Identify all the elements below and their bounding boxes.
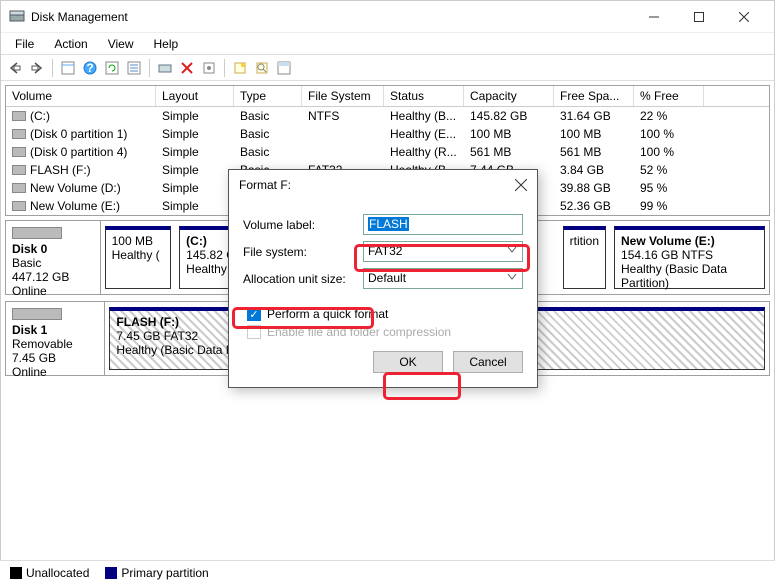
- volume-icon: [12, 165, 26, 175]
- toolbar-separator: [149, 59, 150, 77]
- back-button[interactable]: [5, 58, 25, 78]
- file-system-select[interactable]: FAT32: [363, 241, 523, 262]
- col-volume[interactable]: Volume: [6, 86, 156, 106]
- toolbar: ?: [1, 55, 774, 81]
- list-icon[interactable]: [124, 58, 144, 78]
- volume-icon: [12, 201, 26, 211]
- menu-help[interactable]: Help: [144, 35, 189, 53]
- wizard-icon[interactable]: [230, 58, 250, 78]
- menu-action[interactable]: Action: [44, 35, 97, 53]
- col-layout[interactable]: Layout: [156, 86, 234, 106]
- checkbox-icon: ✓: [247, 307, 261, 321]
- ok-button[interactable]: OK: [373, 351, 443, 373]
- legend-unallocated: Unallocated: [10, 566, 89, 580]
- table-row[interactable]: (C:) SimpleBasicNTFS Healthy (B...145.82…: [6, 107, 769, 125]
- dialog-title: Format F:: [239, 178, 515, 192]
- window-buttons: [631, 2, 766, 32]
- dialog-close-icon[interactable]: [515, 179, 527, 191]
- menu-view[interactable]: View: [98, 35, 144, 53]
- disk-icon: [12, 308, 62, 320]
- col-type[interactable]: Type: [234, 86, 302, 106]
- cancel-button[interactable]: Cancel: [453, 351, 523, 373]
- menubar: File Action View Help: [1, 33, 774, 55]
- settings-icon[interactable]: [199, 58, 219, 78]
- panel-icon[interactable]: [274, 58, 294, 78]
- col-free[interactable]: Free Spa...: [554, 86, 634, 106]
- format-dialog: Format F: Volume label: FLASH File syste…: [228, 169, 538, 388]
- inspect-icon[interactable]: [252, 58, 272, 78]
- col-status[interactable]: Status: [384, 86, 464, 106]
- properties-icon[interactable]: [58, 58, 78, 78]
- minimize-button[interactable]: [631, 2, 676, 32]
- allocation-unit-lbl: Allocation unit size:: [243, 272, 363, 286]
- svg-text:?: ?: [86, 61, 93, 75]
- drive-icon[interactable]: [155, 58, 175, 78]
- col-capacity[interactable]: Capacity: [464, 86, 554, 106]
- disk-partition[interactable]: New Volume (E:)154.16 GB NTFSHealthy (Ba…: [614, 226, 765, 289]
- toolbar-separator: [52, 59, 53, 77]
- col-fs[interactable]: File System: [302, 86, 384, 106]
- volume-label-input[interactable]: FLASH: [363, 214, 523, 235]
- col-pct[interactable]: % Free: [634, 86, 704, 106]
- volume-icon: [12, 129, 26, 139]
- volume-icon: [12, 111, 26, 121]
- volume-icon: [12, 183, 26, 193]
- table-row[interactable]: (Disk 0 partition 1) SimpleBasic Healthy…: [6, 125, 769, 143]
- volume-icon: [12, 147, 26, 157]
- chevron-down-icon: [507, 273, 517, 281]
- app-icon: [9, 9, 25, 25]
- lv-header: Volume Layout Type File System Status Ca…: [6, 86, 769, 107]
- close-button[interactable]: [721, 2, 766, 32]
- volume-label-lbl: Volume label:: [243, 218, 363, 232]
- window-title: Disk Management: [31, 10, 631, 24]
- forward-button[interactable]: [27, 58, 47, 78]
- help-icon[interactable]: ?: [80, 58, 100, 78]
- quick-format-checkbox[interactable]: ✓ Perform a quick format: [243, 307, 523, 321]
- file-system-lbl: File system:: [243, 245, 363, 259]
- compress-label: Enable file and folder compression: [267, 325, 451, 339]
- allocation-unit-select[interactable]: Default: [363, 268, 523, 289]
- disk-info: Disk 1Removable7.45 GBOnline: [6, 302, 105, 375]
- maximize-button[interactable]: [676, 2, 721, 32]
- delete-icon[interactable]: [177, 58, 197, 78]
- disk-info: Disk 0Basic447.12 GBOnline: [6, 221, 101, 294]
- disk-icon: [12, 227, 62, 239]
- disk-partition[interactable]: rtition: [563, 226, 606, 289]
- chevron-down-icon: [507, 246, 517, 254]
- checkbox-icon: [247, 325, 261, 339]
- table-row[interactable]: (Disk 0 partition 4) SimpleBasic Healthy…: [6, 143, 769, 161]
- legend-primary: Primary partition: [105, 566, 208, 580]
- disk-partition[interactable]: 100 MBHealthy (: [105, 226, 172, 289]
- compress-checkbox: Enable file and folder compression: [243, 325, 523, 339]
- refresh-icon[interactable]: [102, 58, 122, 78]
- quick-format-label: Perform a quick format: [267, 307, 388, 321]
- dialog-titlebar: Format F:: [229, 170, 537, 200]
- menu-file[interactable]: File: [5, 35, 44, 53]
- titlebar: Disk Management: [1, 1, 774, 33]
- legend: Unallocated Primary partition: [0, 560, 775, 584]
- toolbar-separator: [224, 59, 225, 77]
